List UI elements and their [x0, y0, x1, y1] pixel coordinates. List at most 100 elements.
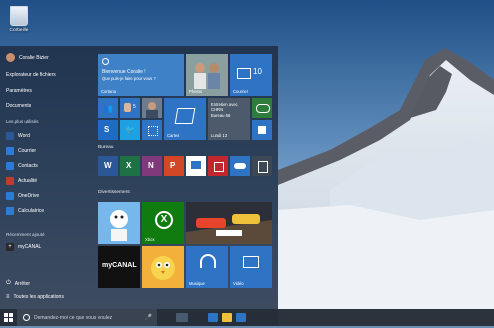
calculator-tile[interactable] — [252, 156, 272, 176]
app-item-label: myCANAL — [18, 244, 42, 250]
windows-icon — [4, 313, 13, 322]
user-avatar — [6, 53, 15, 62]
recycle-bin-label: Corbeille — [9, 28, 29, 33]
menu-item-settings[interactable]: Paramètres — [6, 88, 32, 94]
recently-added-title: Récemment ajouté — [6, 232, 45, 237]
menu-item-documents[interactable]: Documents — [6, 103, 31, 109]
app-item-mail[interactable]: Courrier — [6, 147, 36, 155]
app-item-label: Word — [18, 133, 30, 139]
store-icon[interactable] — [236, 313, 246, 322]
app-item-mycanal[interactable]: + myCANAL — [6, 243, 41, 251]
app-item-word[interactable]: Word — [6, 132, 30, 140]
asphalt-game-tile[interactable] — [186, 202, 272, 244]
mail-count: 10 — [253, 67, 262, 76]
tile-label: Musique — [189, 281, 205, 286]
mycanal-tile[interactable]: myCANAL — [98, 246, 140, 288]
start-button[interactable] — [0, 309, 17, 326]
office-tile[interactable] — [208, 156, 228, 176]
excel-icon: X — [126, 161, 132, 170]
skype-icon: S — [104, 125, 110, 134]
search-placeholder: Demandez-moi ce que vous voulez — [34, 314, 113, 321]
chicken-game-tile[interactable] — [142, 246, 184, 288]
menu-item-label: Paramètres — [6, 88, 32, 94]
remote-desktop-tile[interactable] — [186, 156, 206, 176]
powerpoint-tile[interactable]: P — [164, 156, 184, 176]
app-item-label: Courrier — [18, 148, 37, 154]
app-item-news[interactable]: Actualité — [6, 177, 37, 185]
menu-item-file-explorer[interactable]: Explorateur de fichiers — [6, 72, 56, 78]
recycle-bin[interactable]: Corbeille — [4, 6, 34, 33]
word-tile[interactable]: W — [98, 156, 118, 176]
start-menu: Coralie Bizier Explorateur de fichiers P… — [0, 46, 278, 309]
excel-tile[interactable]: X — [120, 156, 140, 176]
owl-icon — [256, 104, 270, 113]
all-apps-label: Toutes les applications — [13, 294, 64, 300]
music-tile[interactable]: Musique — [186, 246, 228, 288]
photos-tile[interactable]: Photos — [186, 54, 228, 96]
maps-tile[interactable]: Cartes — [164, 98, 206, 140]
onenote-icon: N — [148, 161, 154, 170]
fitness-tile[interactable] — [142, 120, 162, 140]
tiles-pane: Bienvenue Coralie ! Que puis-je faire po… — [95, 46, 278, 309]
taskbar: Demandez-moi ce que vous voulez 🎤 — [0, 309, 494, 326]
calendar-tile[interactable]: Entretien avec CHRN Bureau 56 Lundi 13 — [208, 98, 250, 140]
mail-tile[interactable]: 10 Courrier — [230, 54, 272, 96]
cortana-search-box[interactable]: Demandez-moi ce que vous voulez 🎤 — [17, 309, 157, 326]
app-item-label: OneDrive — [18, 193, 40, 199]
chick-artwork — [142, 246, 184, 288]
file-explorer-icon[interactable] — [222, 313, 232, 322]
racing-artwork — [186, 202, 272, 244]
user-account[interactable]: Coralie Bizier — [6, 53, 49, 62]
map-icon — [174, 108, 196, 124]
group-title-divertissement: Divertissement — [98, 190, 130, 195]
power-button[interactable]: ⏻ Arrêter — [6, 280, 30, 287]
microphone-icon[interactable]: 🎤 — [145, 314, 152, 321]
menu-item-label: Explorateur de fichiers — [6, 72, 56, 78]
group-title-bureau: Bureau — [98, 145, 114, 150]
person-photo-tile[interactable] — [142, 98, 162, 118]
app-item-label: Contacts — [18, 163, 38, 169]
tile-label: Photos — [189, 89, 203, 94]
store-tile[interactable] — [252, 120, 272, 140]
store-bag-icon — [258, 126, 266, 134]
powerpoint-icon: P — [170, 161, 176, 170]
power-label: Arrêter — [14, 280, 31, 287]
twitter-tile[interactable]: 🐦 — [120, 120, 140, 140]
edge-icon[interactable] — [208, 313, 218, 322]
calculator-icon — [258, 161, 268, 173]
tripadvisor-tile[interactable] — [252, 98, 272, 118]
most-used-title: Les plus utilisés — [6, 119, 39, 124]
app-item-onedrive[interactable]: OneDrive — [6, 192, 39, 200]
recycle-bin-icon — [10, 6, 28, 26]
cortana-tile[interactable]: Bienvenue Coralie ! Que puis-je faire po… — [98, 54, 184, 96]
calendar-day: Lundi 13 — [211, 133, 228, 138]
face-icon — [148, 102, 156, 110]
app-item-calculator[interactable]: Calculatrice — [6, 207, 44, 215]
all-apps-button[interactable]: ≡ Toutes les applications — [6, 294, 64, 300]
skype-tile[interactable]: S — [98, 120, 118, 140]
contacts-count-tile[interactable]: 5 — [120, 98, 140, 118]
tile-label: Cortana — [101, 89, 116, 94]
cortana-circle-icon — [23, 314, 30, 321]
onenote-tile[interactable]: N — [142, 156, 162, 176]
tile-label: Vidéo — [233, 281, 244, 286]
task-view-icon[interactable] — [176, 313, 188, 322]
tile-label: Cartes — [167, 133, 180, 138]
app-item-contacts[interactable]: Contacts — [6, 162, 38, 170]
calculator-icon — [6, 207, 14, 215]
cortana-icon — [102, 58, 109, 65]
grid-icon — [148, 126, 158, 136]
start-left-pane: Coralie Bizier Explorateur de fichiers P… — [0, 46, 90, 309]
frozen-game-tile[interactable] — [98, 202, 140, 244]
list-icon: ≡ — [6, 294, 10, 300]
contacts-icon — [6, 162, 14, 170]
contacts-small-tile[interactable]: 👥 — [98, 98, 118, 118]
user-name: Coralie Bizier — [19, 54, 49, 61]
mail-icon — [6, 147, 14, 155]
envelope-icon — [237, 68, 251, 79]
video-tile[interactable]: Vidéo — [230, 246, 272, 288]
onedrive-tile[interactable] — [230, 156, 250, 176]
calendar-event: Entretien avec CHRN — [211, 102, 238, 112]
cortana-sub: Que puis-je faire pour vous ? — [102, 76, 156, 81]
xbox-tile[interactable]: X Xbox — [142, 202, 184, 244]
